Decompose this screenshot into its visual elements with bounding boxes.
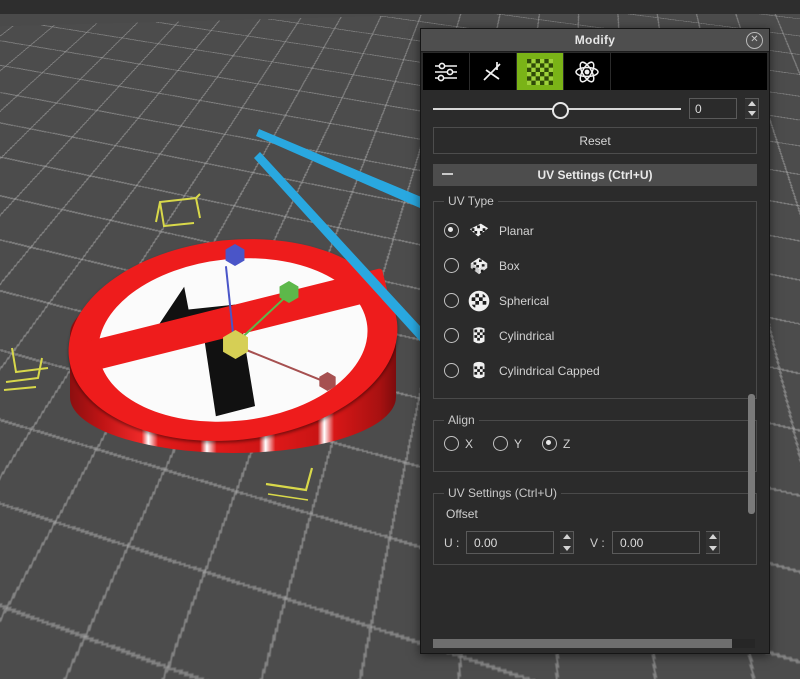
modify-panel[interactable]: Modify ✕ 0 Reset UV Settings (Ctrl+U) UV… bbox=[420, 28, 770, 654]
sliders-icon[interactable] bbox=[423, 53, 470, 90]
radio-uv-type-cylindrical[interactable]: Cylindrical bbox=[444, 318, 746, 353]
vertical-scrollbar-thumb[interactable] bbox=[748, 394, 755, 514]
panel-scroll-area[interactable]: UV Type Planar Box Spherical Cylindrical… bbox=[433, 194, 757, 639]
radio-label: Cylindrical Capped bbox=[499, 363, 600, 378]
offset-u-input[interactable]: 0.00 bbox=[466, 531, 554, 554]
viewport-top-strip bbox=[0, 0, 800, 14]
radio-indicator[interactable] bbox=[444, 363, 459, 378]
radio-indicator[interactable] bbox=[444, 258, 459, 273]
radio-indicator[interactable] bbox=[444, 328, 459, 343]
radio-indicator[interactable] bbox=[444, 223, 459, 238]
planar-texture-icon bbox=[469, 223, 489, 236]
checker-texture-icon[interactable] bbox=[517, 53, 564, 90]
radio-uv-type-cylindrical-capped[interactable]: Cylindrical Capped bbox=[444, 353, 746, 388]
close-icon[interactable]: ✕ bbox=[746, 32, 763, 49]
gizmo-handle-x[interactable] bbox=[319, 372, 336, 391]
uv-settings-group: UV Settings (Ctrl+U) Offset U : 0.00 V :… bbox=[433, 486, 757, 565]
gizmo-handle-z[interactable] bbox=[225, 244, 245, 266]
panel-title: Modify bbox=[574, 33, 616, 47]
align-legend: Align bbox=[448, 413, 475, 427]
horizontal-scrollbar[interactable] bbox=[433, 639, 755, 648]
stepper-down-icon[interactable] bbox=[562, 546, 571, 551]
radio-uv-type-box[interactable]: Box bbox=[444, 248, 746, 283]
radio-label: Cylindrical bbox=[499, 328, 555, 343]
offset-fields-row: U : 0.00 V : 0.00 bbox=[444, 531, 746, 554]
radio-indicator[interactable] bbox=[493, 436, 509, 451]
uv-settings-header-label: UV Settings (Ctrl+U) bbox=[537, 168, 653, 182]
box-texture-icon bbox=[470, 257, 488, 274]
v-label: V : bbox=[590, 535, 605, 550]
panel-toolbar[interactable] bbox=[423, 53, 767, 90]
radio-indicator[interactable] bbox=[542, 436, 558, 451]
sign-object[interactable] bbox=[58, 223, 408, 494]
edit-pen-icon[interactable] bbox=[470, 53, 517, 90]
value-input[interactable]: 0 bbox=[689, 98, 737, 119]
radio-label: Y bbox=[514, 436, 523, 451]
value-slider[interactable] bbox=[433, 101, 681, 119]
atom-icon[interactable] bbox=[564, 53, 611, 90]
reset-button[interactable]: Reset bbox=[433, 127, 757, 154]
collapse-icon[interactable] bbox=[442, 173, 453, 175]
stepper-up-icon[interactable] bbox=[708, 534, 717, 539]
radio-align-z[interactable]: Z bbox=[542, 436, 570, 451]
uv-type-group: UV Type Planar Box Spherical Cylindrical… bbox=[433, 194, 757, 399]
uv-settings-section-header[interactable]: UV Settings (Ctrl+U) bbox=[433, 164, 757, 186]
uv-settings-legend: UV Settings (Ctrl+U) bbox=[448, 486, 558, 500]
cylindrical-capped-texture-icon bbox=[473, 361, 485, 378]
radio-uv-type-spherical[interactable]: Spherical bbox=[444, 283, 746, 318]
uv-type-legend: UV Type bbox=[448, 194, 494, 208]
panel-titlebar[interactable]: Modify ✕ bbox=[421, 29, 769, 52]
spherical-texture-icon bbox=[468, 290, 490, 311]
transform-gizmo[interactable] bbox=[58, 224, 408, 494]
radio-label: Spherical bbox=[499, 293, 550, 308]
stepper-up-icon[interactable] bbox=[562, 534, 571, 539]
horizontal-scrollbar-thumb[interactable] bbox=[433, 639, 733, 648]
radio-label: Box bbox=[499, 258, 520, 273]
radio-label: Z bbox=[563, 436, 571, 451]
slider-thumb[interactable] bbox=[552, 101, 570, 119]
radio-align-y[interactable]: Y bbox=[493, 436, 522, 451]
offset-v-stepper[interactable] bbox=[706, 531, 720, 554]
stepper-up-icon[interactable] bbox=[747, 101, 756, 106]
radio-label: X bbox=[465, 436, 474, 451]
radio-align-x[interactable]: X bbox=[444, 436, 473, 451]
stepper-down-icon[interactable] bbox=[708, 546, 717, 551]
radio-indicator[interactable] bbox=[444, 436, 459, 451]
offset-v-input[interactable]: 0.00 bbox=[612, 531, 700, 554]
radio-label: Planar bbox=[499, 223, 534, 238]
align-group: Align X Y Z bbox=[433, 413, 757, 472]
offset-u-stepper[interactable] bbox=[560, 531, 574, 554]
u-label: U : bbox=[444, 535, 460, 550]
radio-indicator[interactable] bbox=[444, 293, 459, 308]
value-stepper[interactable] bbox=[745, 98, 759, 119]
offset-label: Offset bbox=[446, 507, 478, 521]
radio-uv-type-planar[interactable]: Planar bbox=[444, 213, 746, 248]
cylindrical-texture-icon bbox=[473, 326, 485, 343]
value-slider-row[interactable]: 0 bbox=[421, 90, 769, 123]
stepper-down-icon[interactable] bbox=[747, 111, 756, 116]
